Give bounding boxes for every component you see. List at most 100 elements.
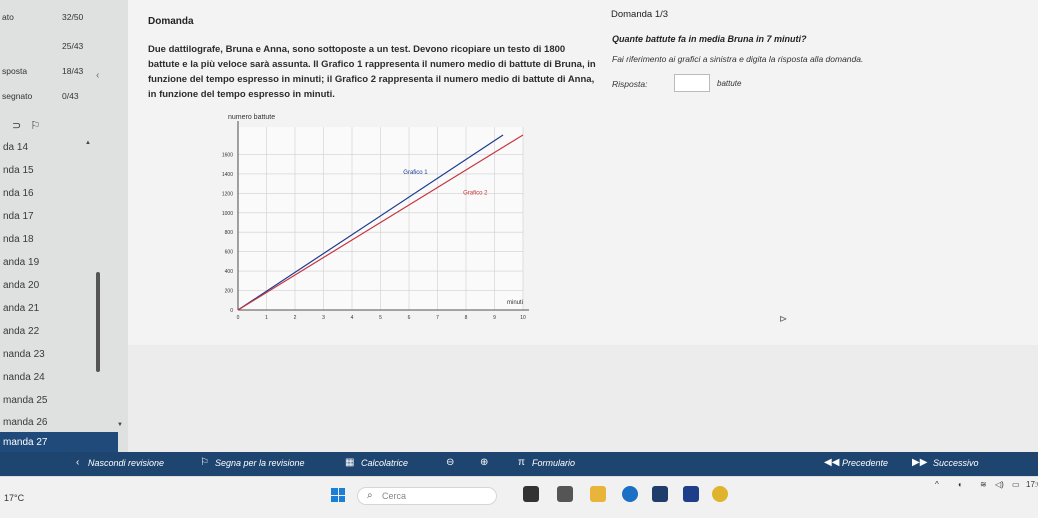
sidebar-question-item[interactable]: nanda 23 <box>0 344 118 366</box>
stat-label: sposta <box>2 66 28 76</box>
filter-icon[interactable]: ⊃ ⚐ <box>12 119 40 132</box>
sidebar-question-item[interactable]: manda 25 <box>0 390 118 412</box>
bottom-nav-bar: ‹ Nascondi revisione ⚐ Segna per la revi… <box>0 452 1038 476</box>
windows-taskbar: 17°C ⌕ Cerca ^ ◐ ≋ ◁) ▭ 17:05 <box>0 476 1038 518</box>
tray-app-icon[interactable]: ◐ <box>958 480 963 489</box>
sidebar-question-item[interactable]: anda 22 <box>0 321 118 343</box>
stat-value: 32/50 <box>62 12 84 22</box>
sidebar-question-item[interactable]: nda 16 <box>0 183 118 205</box>
windows-start-icon[interactable] <box>331 488 345 502</box>
task-view-icon[interactable] <box>523 486 539 502</box>
search-icon: ⌕ <box>367 490 373 501</box>
series-label: Grafico 1 <box>403 170 428 176</box>
mouse-cursor-icon: ⊳ <box>779 314 788 325</box>
stat-value: 25/43 <box>62 41 84 51</box>
clock[interactable]: 17:05 <box>1026 480 1038 489</box>
sidebar-question-item[interactable]: anda 21 <box>0 298 118 320</box>
stat-row: 25/43 <box>0 38 128 56</box>
volume-icon[interactable]: ◁) <box>995 480 1004 489</box>
x-tick-label: 10 <box>520 315 526 321</box>
store-icon[interactable] <box>652 486 668 502</box>
stat-row: segnato 0/43 <box>0 88 128 106</box>
sidebar-question-item[interactable]: nda 17 <box>0 206 118 228</box>
sidebar-question-item-active[interactable]: manda 27 <box>0 432 118 452</box>
question-sidebar: ato 32/50 25/43 sposta 18/43 segnato 0/4… <box>0 0 128 452</box>
zoom-in-icon[interactable]: ⊕ <box>480 457 488 468</box>
sidebar-question-item[interactable]: nda 18 <box>0 229 118 251</box>
x-tick-label: 7 <box>436 315 439 321</box>
widgets-icon[interactable] <box>557 486 573 502</box>
taskbar-search[interactable]: ⌕ Cerca <box>357 487 497 505</box>
y-tick-label: 1600 <box>222 152 233 158</box>
zoom-out-icon[interactable]: ⊖ <box>446 457 454 468</box>
collapse-sidebar-icon[interactable]: ‹ <box>96 70 99 81</box>
chrome-icon[interactable] <box>712 486 728 502</box>
mark-review-button[interactable]: Segna per la revisione <box>215 458 305 468</box>
question-counter: Domanda 1/3 <box>611 9 669 20</box>
x-tick-label: 2 <box>294 315 297 321</box>
y-tick-label: 600 <box>225 250 234 256</box>
instruction-text: Fai riferimento ai grafici a sinistra e … <box>612 54 864 64</box>
chart-grid <box>237 127 524 311</box>
y-tick-label: 1200 <box>222 191 233 197</box>
pi-icon: π <box>518 457 525 468</box>
answer-unit: battute <box>717 79 742 88</box>
x-tick-label: 3 <box>322 315 325 321</box>
weather-widget[interactable]: 17°C <box>4 493 24 503</box>
x-tick-label: 1 <box>265 315 268 321</box>
x-axis-label: minuti <box>507 300 523 306</box>
question-title: Domanda <box>148 16 194 27</box>
stat-value: 18/43 <box>62 66 84 76</box>
x-tick-label: 6 <box>408 315 411 321</box>
series-label: Grafico 2 <box>463 190 488 196</box>
chevron-left-icon: ‹ <box>76 457 80 468</box>
sidebar-question-item[interactable]: manda 26 <box>0 412 118 434</box>
y-axis-label: numero battute <box>228 114 275 121</box>
search-placeholder: Cerca <box>382 491 407 501</box>
sidebar-question-item[interactable]: da 14 <box>0 137 118 159</box>
y-tick-label: 0 <box>230 308 233 314</box>
flag-icon: ⚐ <box>200 457 209 468</box>
formulario-button[interactable]: Formulario <box>532 458 575 468</box>
calculator-icon: ▦ <box>345 457 355 468</box>
rewind-icon: ◀◀ <box>824 457 840 468</box>
question-prompt: Quante battute fa in media Bruna in 7 mi… <box>612 34 807 44</box>
app-icon[interactable] <box>683 486 699 502</box>
stat-row: sposta 18/43 <box>0 63 128 81</box>
sidebar-question-item[interactable]: anda 19 <box>0 252 118 274</box>
wifi-icon[interactable]: ≋ <box>980 480 987 489</box>
x-tick-label: 5 <box>379 315 382 321</box>
previous-button[interactable]: Precedente <box>842 458 888 468</box>
sidebar-question-item[interactable]: nda 15 <box>0 160 118 182</box>
forward-icon: ▶▶ <box>912 457 928 468</box>
x-tick-label: 4 <box>351 315 354 321</box>
sidebar-scrollbar[interactable] <box>96 272 100 372</box>
answer-input[interactable] <box>674 74 710 92</box>
stat-row: ato 32/50 <box>0 9 128 27</box>
next-button[interactable]: Successivo <box>933 458 979 468</box>
tray-chevron-icon[interactable]: ^ <box>935 480 939 489</box>
y-tick-label: 1400 <box>222 172 233 178</box>
y-tick-label: 1000 <box>222 211 233 217</box>
calculator-button[interactable]: Calcolatrice <box>361 458 408 468</box>
x-tick-label: 8 <box>465 315 468 321</box>
hide-review-button[interactable]: Nascondi revisione <box>88 458 164 468</box>
y-tick-label: 400 <box>225 269 234 275</box>
question-text: Due dattilografe, Bruna e Anna, sono sot… <box>148 44 596 100</box>
line-chart: 0 200 400 600 800 1000 1200 1400 1600 0 1 2 3 4 5 6 7 8 9 1… <box>222 114 529 321</box>
file-explorer-icon[interactable] <box>590 486 606 502</box>
sidebar-question-item[interactable]: nanda 24 <box>0 367 118 389</box>
y-tick-label: 200 <box>225 289 234 295</box>
x-tick-label: 9 <box>493 315 496 321</box>
edge-browser-icon[interactable] <box>622 486 638 502</box>
blank-area <box>128 345 1038 452</box>
x-tick-label: 0 <box>237 315 240 321</box>
sidebar-question-item[interactable]: anda 20 <box>0 275 118 297</box>
battery-icon[interactable]: ▭ <box>1012 480 1020 489</box>
y-tick-label: 800 <box>225 230 234 236</box>
stat-label: segnato <box>2 91 33 101</box>
stat-value: 0/43 <box>62 91 79 101</box>
stat-label: ato <box>2 12 14 22</box>
scroll-down-icon[interactable]: ▼ <box>117 422 123 428</box>
answer-label: Risposta: <box>612 79 648 89</box>
